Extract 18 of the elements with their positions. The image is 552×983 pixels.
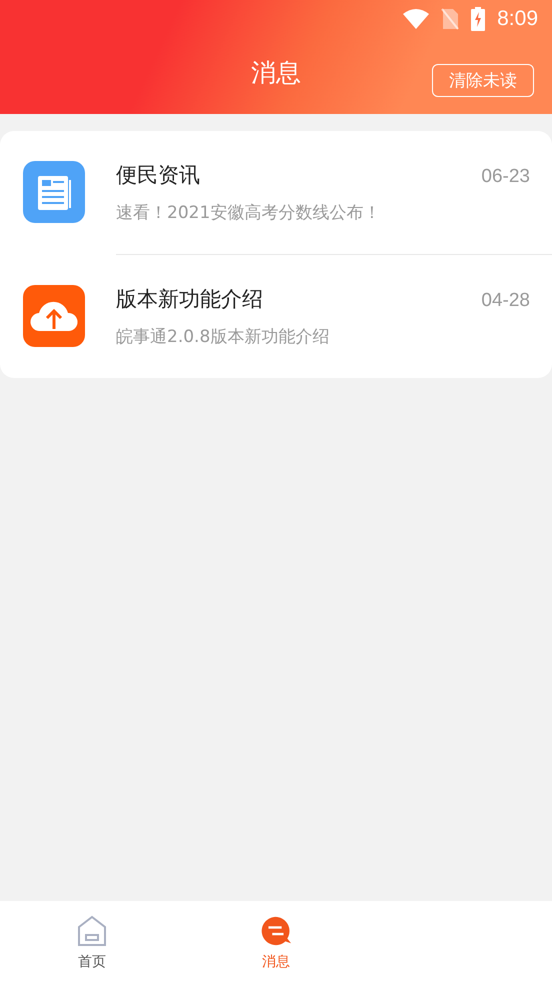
newspaper-icon [23,161,85,223]
message-preview: 速看！2021安徽高考分数线公布！ [116,202,382,224]
message-title: 便民资讯 [116,162,200,189]
page-title: 消息 [251,56,301,88]
message-date: 04-28 [481,290,530,312]
message-item[interactable]: 便民资讯 06-23 速看！2021安徽高考分数线公布！ [0,131,552,254]
chat-bubble-icon [260,915,292,947]
battery-icon [471,7,486,31]
no-sim-icon [441,8,460,30]
wifi-icon [403,9,430,29]
cloud-upload-icon [23,285,85,347]
home-icon [76,915,108,947]
tab[interactable]: 首页 [0,901,184,983]
message-preview: 皖事通2.0.8版本新功能介绍 [116,326,330,348]
message-item[interactable]: 版本新功能介绍 04-28 皖事通2.0.8版本新功能介绍 [116,254,552,378]
status-time: 8:09 [497,7,538,31]
message-date: 06-23 [481,166,530,188]
message-title: 版本新功能介绍 [116,286,263,313]
